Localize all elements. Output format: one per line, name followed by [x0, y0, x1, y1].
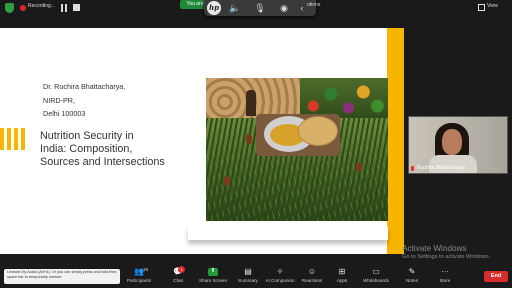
- notes-label: Notes: [405, 278, 418, 283]
- apps-icon: ⊞: [338, 267, 346, 276]
- vegetables-photo: [300, 78, 388, 118]
- participants-label: Participants: [126, 278, 151, 283]
- slide-stripes: [0, 128, 26, 150]
- sorghum-head: [246, 134, 252, 144]
- participant-name: Ruchira Bhattacharya: [417, 165, 466, 171]
- participants-button[interactable]: 👥 Participants: [122, 267, 156, 283]
- hp-logo: hp: [207, 1, 221, 15]
- apps-button[interactable]: ⊞ Apps: [333, 267, 351, 283]
- grain-worker-figure: [246, 90, 256, 116]
- reactions-button[interactable]: ☺ Reactions: [299, 267, 325, 283]
- slide-author: Dr. Ruchira Bhattacharya, NIRD-PR, Delhi…: [43, 80, 125, 121]
- whiteboards-button[interactable]: ▭ Whiteboards: [360, 267, 392, 283]
- roti-bread: [298, 116, 338, 146]
- slide-paper-band: [188, 226, 388, 240]
- chat-label: Chat: [173, 278, 183, 283]
- apps-label: Apps: [336, 278, 348, 283]
- speaker-icon[interactable]: 🔈: [229, 2, 241, 14]
- activate-windows-subtitle: Go to Settings to activate Windows.: [402, 254, 491, 260]
- recording-label: Recording...: [28, 3, 55, 9]
- author-address: Delhi 100003: [43, 109, 86, 118]
- author-name: Dr. Ruchira Bhattacharya,: [43, 82, 126, 91]
- ai-companion-label: AI Companion: [265, 278, 295, 283]
- view-options-button[interactable]: otions: [307, 2, 320, 8]
- share-screen-button[interactable]: ⬆ Share Screen: [197, 267, 229, 283]
- summary-icon: ▤: [244, 267, 252, 276]
- author-org: NIRD-PR,: [43, 95, 75, 105]
- view-button[interactable]: View: [487, 3, 498, 9]
- ai-companion-button[interactable]: ✧ AI Companion: [263, 267, 297, 283]
- sorghum-head: [224, 176, 230, 186]
- slide-accent-bar: [387, 28, 404, 254]
- title-line-1: Nutrition Security in: [40, 130, 134, 142]
- broadcast-icon[interactable]: ◉: [278, 2, 290, 14]
- whiteboard-icon: ▭: [372, 267, 380, 276]
- more-label: More: [439, 278, 451, 283]
- notes-icon: ✎: [408, 267, 416, 276]
- sorghum-head: [356, 162, 362, 172]
- tooltip-close-icon[interactable]: ×: [114, 270, 117, 276]
- slide-title: Nutrition Security in India: Composition…: [40, 130, 180, 169]
- end-meeting-button[interactable]: End: [484, 271, 508, 282]
- more-button[interactable]: ··· More: [436, 267, 454, 283]
- microphone-icon[interactable]: 🎙: [254, 2, 266, 14]
- stop-recording-icon[interactable]: [73, 4, 80, 11]
- share-screen-label: Share Screen: [198, 278, 228, 283]
- share-arrow-icon: ⬆: [210, 268, 216, 274]
- chat-badge: 1: [178, 266, 185, 273]
- title-line-3: Sources and Intersections: [40, 156, 165, 168]
- title-line-2: India: Composition,: [40, 143, 133, 155]
- summary-label: Summary: [238, 278, 258, 283]
- more-icon: ···: [441, 267, 449, 276]
- participant-face: [442, 129, 462, 155]
- notes-button[interactable]: ✎ Notes: [402, 267, 422, 283]
- food-photo-collage: [206, 78, 388, 221]
- unmute-tooltip: Unmute My Audio (Alt+A). Or you can simp…: [4, 269, 120, 284]
- whiteboards-label: Whiteboards: [363, 278, 389, 283]
- activate-windows-title: Activate Windows: [402, 244, 467, 253]
- reactions-icon: ☺: [307, 267, 317, 276]
- muted-mic-icon: [411, 166, 414, 171]
- pause-recording-icon[interactable]: [60, 4, 68, 12]
- ai-companion-icon: ✧: [276, 267, 284, 276]
- security-shield-icon[interactable]: [5, 3, 14, 13]
- participants-count: 19: [143, 267, 149, 272]
- recording-dot-icon: [20, 5, 26, 11]
- view-grid-icon[interactable]: [478, 4, 485, 11]
- summary-button[interactable]: ▤ Summary: [234, 267, 262, 283]
- reactions-label: Reactions: [301, 278, 323, 283]
